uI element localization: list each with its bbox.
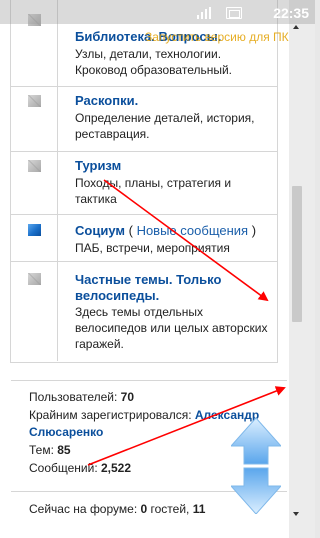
forum-desc-line: ПАБ, встречи, мероприятия — [75, 241, 230, 255]
forum-desc-line: гаражей. — [75, 337, 124, 351]
forum-new-icon — [28, 224, 41, 236]
new-posts-link[interactable]: Новые сообщения — [137, 223, 249, 238]
posts-stat: Сообщений: 2,522 — [29, 460, 131, 476]
forum-icon-cell — [11, 152, 58, 214]
scrollbar-thumb[interactable] — [292, 186, 302, 322]
posts-label: Сообщений: — [29, 461, 101, 475]
forum-row[interactable]: Социум ( Новые сообщения ) ПАБ, встречи,… — [11, 215, 277, 262]
forum-desc-line: тактика — [75, 192, 117, 206]
forum-desc-line: велосипедов или целых авторских — [75, 321, 268, 335]
forum-title[interactable]: Раскопки. — [75, 93, 138, 109]
forum-title[interactable]: Туризм — [75, 158, 121, 174]
forum-desc-line: реставрация. — [75, 127, 150, 141]
scroll-down-arrow-icon[interactable] — [293, 512, 299, 516]
forum-description: Узлы, детали, технологии. Кроковод образ… — [75, 46, 275, 78]
last-registered-user-link[interactable]: Слюсаренко — [29, 425, 103, 439]
forum-desc-line: Кроковод образовательный. — [75, 63, 233, 77]
forum-icon-cell — [11, 262, 58, 361]
forum-read-icon — [28, 160, 41, 172]
forum-description: ПАБ, встречи, мероприятия — [75, 240, 275, 256]
users-stat: Пользователей: 70 — [29, 389, 134, 405]
online-label: Сейчас на форуме: — [29, 502, 141, 516]
forum-icon-cell — [11, 215, 58, 261]
forum-desc-line: Походы, планы, стратегия и — [75, 176, 232, 190]
battery-icon — [226, 7, 242, 19]
forum-desc-line: Узлы, детали, технологии. — [75, 47, 222, 61]
members-value: 11 — [192, 502, 206, 516]
forum-description: Походы, планы, стратегия и тактика — [75, 175, 275, 207]
pc-version-link[interactable]: Запустить версию для ПК — [145, 30, 289, 44]
forum-title-line: Социум ( Новые сообщения ) — [75, 223, 285, 239]
forum-title-line: велосипеды. — [75, 288, 160, 303]
paren-close: ) — [248, 223, 257, 238]
scroll-up-down-icon[interactable] — [231, 418, 281, 514]
forum-title-line: Частные темы. Только — [75, 272, 222, 287]
status-bar: 22:35 — [0, 0, 315, 24]
online-users: Сейчас на форуме: 0 гостей, 11 — [29, 502, 205, 516]
topics-stat: Тем: 85 — [29, 442, 71, 458]
forum-row[interactable]: Частные темы. Только велосипеды. Здесь т… — [11, 262, 277, 361]
signal-icon — [197, 7, 211, 19]
paren-open: ( — [125, 223, 137, 238]
forum-read-icon — [28, 95, 41, 107]
topics-value: 85 — [57, 443, 71, 457]
topics-label: Тем: — [29, 443, 58, 457]
page: Библиотека. Вопросы. Узлы, детали, техно… — [0, 0, 315, 538]
forum-title[interactable]: Частные темы. Только велосипеды. — [75, 272, 221, 304]
forum-description: Определение деталей, история, реставраци… — [75, 110, 275, 142]
forum-list: Библиотека. Вопросы. Узлы, детали, техно… — [10, 0, 278, 363]
last-registered-stat-cont: Слюсаренко — [29, 424, 103, 440]
users-value: 70 — [120, 390, 135, 404]
forum-read-icon — [28, 273, 41, 285]
scroll-up-arrow-icon[interactable] — [293, 25, 299, 29]
guests-label: гостей, — [147, 502, 193, 516]
forum-desc-line: Определение деталей, история, — [75, 111, 255, 125]
posts-value: 2,522 — [101, 461, 132, 475]
forum-row[interactable]: Туризм Походы, планы, стратегия и тактик… — [11, 152, 277, 215]
status-time: 22:35 — [273, 5, 309, 21]
users-label: Пользователей: — [29, 390, 121, 404]
new-posts-wrapper: ( Новые сообщения ) — [125, 223, 256, 238]
last-registered-stat: Крайним зарегистрировался: Александр — [29, 407, 259, 423]
last-registered-label: Крайним зарегистрировался: — [29, 408, 195, 422]
forum-title[interactable]: Социум — [75, 223, 125, 238]
forum-desc-line: Здесь темы отдельных — [75, 305, 204, 319]
forum-icon-cell — [11, 87, 58, 151]
forum-row[interactable]: Раскопки. Определение деталей, история, … — [11, 87, 277, 152]
forum-description: Здесь темы отдельных велосипедов или цел… — [75, 304, 275, 352]
